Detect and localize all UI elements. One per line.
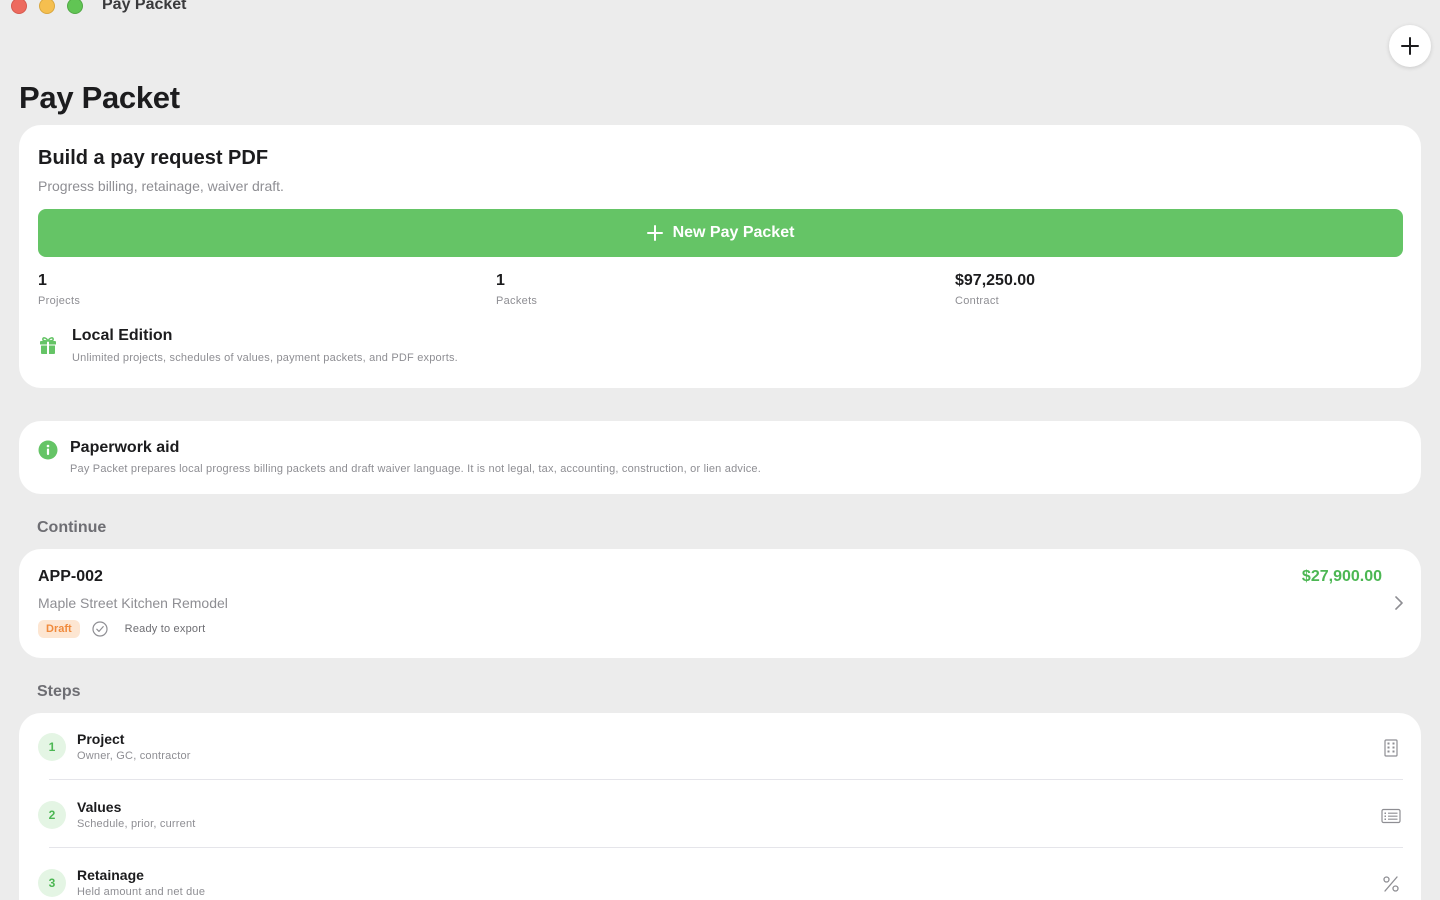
step-title: Retainage [77,867,144,883]
stat-label: Packets [496,295,538,307]
new-pay-packet-label: New Pay Packet [672,224,795,241]
step-project[interactable]: 1 Project Owner, GC, contractor [19,713,1421,781]
checkmark-circle-icon [92,621,108,637]
edition-title: Local Edition [72,327,173,344]
status-row: Draft Ready to export [38,620,205,638]
zoom-window-button[interactable] [67,0,83,14]
status-badge: Draft [38,620,80,638]
step-divider [49,779,1403,780]
window-title: Pay Packet [102,0,187,13]
stat-value: 1 [38,272,47,289]
building-icon [1384,739,1398,757]
step-number: 1 [38,733,66,761]
local-edition: Local Edition Unlimited projects, schedu… [38,327,458,364]
step-divider [49,847,1403,848]
list-icon [1381,808,1401,824]
info-icon [38,440,58,460]
stat-projects: 1 Projects [38,272,80,307]
stat-contract: $97,250.00 Contract [955,272,1035,307]
step-description: Owner, GC, contractor [77,750,191,762]
stat-value: 1 [496,272,505,289]
step-description: Schedule, prior, current [77,818,196,830]
gift-icon [40,337,56,354]
percent-icon [1383,876,1399,892]
step-title: Project [77,731,125,747]
plus-icon [646,225,663,241]
aid-title: Paperwork aid [70,439,180,456]
step-values[interactable]: 2 Values Schedule, prior, current [19,781,1421,849]
new-pay-packet-button[interactable]: New Pay Packet [38,209,1403,257]
step-number: 3 [38,869,66,897]
ready-text: Ready to export [124,623,206,635]
paperwork-aid-card: Paperwork aid Pay Packet prepares local … [19,421,1421,494]
build-card: Build a pay request PDF Progress billing… [19,125,1421,388]
steps-card: 1 Project Owner, GC, contractor 2 Values… [19,713,1421,900]
step-number: 2 [38,801,66,829]
minimize-window-button[interactable] [39,0,55,14]
build-subtitle: Progress billing, retainage, waiver draf… [38,178,284,194]
stat-label: Contract [955,295,999,307]
edition-description: Unlimited projects, schedules of values,… [72,352,458,364]
page-title: Pay Packet [19,80,180,115]
aid-description: Pay Packet prepares local progress billi… [70,463,762,475]
step-description: Held amount and net due [77,886,206,898]
continue-header: Continue [37,519,107,536]
step-retainage[interactable]: 3 Retainage Held amount and net due [19,849,1421,900]
application-id: APP-002 [38,568,103,585]
plus-icon [1401,37,1419,55]
title-bar: Pay Packet [0,0,1440,20]
stat-packets: 1 Packets [496,272,537,307]
application-amount: $27,900.00 [1301,568,1382,585]
stat-value: $97,250.00 [955,272,1036,289]
step-title: Values [77,799,122,815]
chevron-right-icon [1395,596,1403,610]
stat-label: Projects [38,295,81,307]
steps-header: Steps [37,683,81,700]
continue-item[interactable]: APP-002 $27,900.00 Maple Street Kitchen … [19,549,1421,658]
add-button[interactable] [1389,25,1431,67]
close-window-button[interactable] [11,0,27,14]
application-project: Maple Street Kitchen Remodel [38,595,228,611]
build-title: Build a pay request PDF [38,147,269,169]
